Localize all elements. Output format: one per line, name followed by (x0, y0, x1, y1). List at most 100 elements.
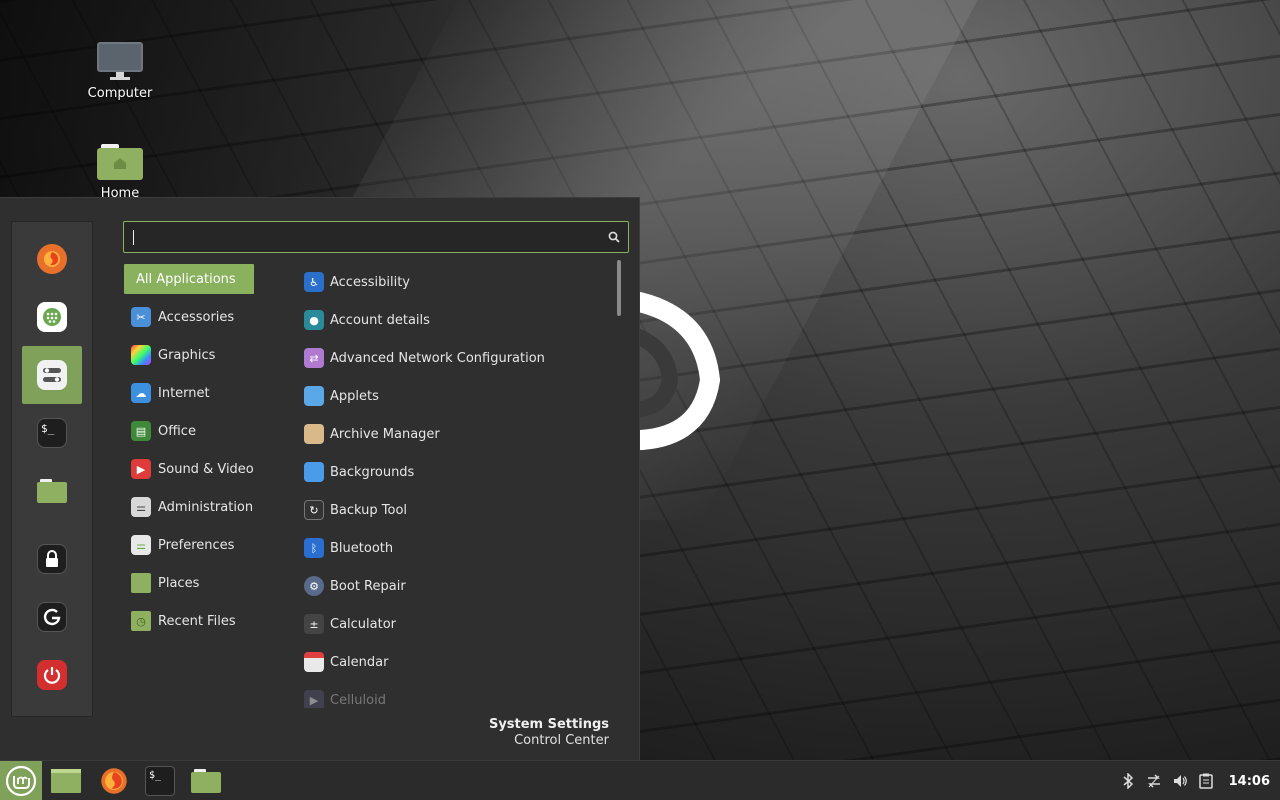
app-label: Account details (330, 312, 430, 328)
desktop-icon-computer[interactable]: Computer (70, 42, 170, 101)
accessories-icon: ✂ (131, 307, 151, 327)
firefox-icon (101, 768, 127, 794)
favorite-files[interactable] (22, 462, 82, 520)
favorite-quit[interactable] (22, 646, 82, 704)
search-input[interactable] (124, 222, 600, 252)
favorite-lock-screen[interactable] (22, 530, 82, 588)
places-folder-icon (131, 573, 151, 593)
account-details-icon: ● (304, 310, 324, 330)
app-celluloid[interactable]: ▶ Celluloid (296, 681, 616, 708)
category-places[interactable]: Places (124, 564, 294, 602)
category-label: Places (158, 575, 200, 591)
application-list-scrollbar[interactable] (616, 260, 622, 715)
scrollbar-thumb[interactable] (617, 260, 621, 316)
accessibility-icon: ♿ (304, 272, 324, 292)
taskbar: $_ 14:06 (0, 760, 1280, 800)
firefox-icon (37, 244, 67, 274)
search-box[interactable] (123, 221, 629, 253)
search-icon[interactable] (600, 222, 628, 252)
clock[interactable]: 14:06 (1229, 774, 1270, 789)
category-internet[interactable]: ☁ Internet (124, 374, 294, 412)
bluetooth-icon: ᛒ (304, 538, 324, 558)
category-label: Administration (158, 499, 254, 515)
lock-icon (37, 544, 67, 574)
app-label: Applets (330, 388, 379, 404)
app-advanced-network-configuration[interactable]: ⇄ Advanced Network Configuration (296, 339, 616, 377)
category-administration[interactable]: ⚌ Administration (124, 488, 294, 526)
app-archive-manager[interactable]: Archive Manager (296, 415, 616, 453)
volume-icon[interactable] (1171, 772, 1189, 790)
network-icon[interactable] (1145, 772, 1163, 790)
favorite-software-manager[interactable] (22, 288, 82, 346)
app-boot-repair[interactable]: ⚙ Boot Repair (296, 567, 616, 605)
power-icon (37, 660, 67, 690)
calculator-icon: ± (304, 614, 324, 634)
office-icon: ▤ (131, 421, 151, 441)
category-sound-video[interactable]: ▶ Sound & Video (124, 450, 294, 488)
application-list: ♿ Accessibility ● Account details ⇄ Adva… (296, 263, 616, 708)
category-preferences[interactable]: ⚌ Preferences (124, 526, 294, 564)
app-label: Celluloid (330, 692, 386, 708)
archive-manager-icon (304, 424, 324, 444)
taskbar-firefox[interactable] (99, 766, 129, 796)
terminal-icon: $_ (37, 418, 67, 448)
app-label: Boot Repair (330, 578, 406, 594)
favorite-firefox[interactable] (22, 230, 82, 288)
app-calendar[interactable]: Calendar (296, 643, 616, 681)
taskbar-show-desktop[interactable] (51, 766, 81, 796)
app-bluetooth[interactable]: ᛒ Bluetooth (296, 529, 616, 567)
app-account-details[interactable]: ● Account details (296, 301, 616, 339)
favorite-system-settings[interactable] (22, 346, 82, 404)
category-label: Recent Files (158, 613, 236, 629)
show-desktop-icon (51, 769, 81, 793)
category-all-applications[interactable]: All Applications (124, 264, 254, 294)
app-calculator[interactable]: ± Calculator (296, 605, 616, 643)
favorite-terminal[interactable]: $_ (22, 404, 82, 462)
app-label: Archive Manager (330, 426, 440, 442)
settings-toggles-icon (37, 360, 67, 390)
category-label: Preferences (158, 537, 235, 553)
network-config-icon: ⇄ (304, 348, 324, 368)
category-label: Sound & Video (158, 461, 254, 477)
celluloid-icon: ▶ (304, 690, 324, 708)
app-backgrounds[interactable]: Backgrounds (296, 453, 616, 491)
category-label: Graphics (158, 347, 216, 363)
clipboard-icon[interactable] (1197, 772, 1215, 790)
app-label: Calculator (330, 616, 397, 632)
selected-app-subtitle: Control Center (514, 733, 609, 748)
taskbar-terminal[interactable]: $_ (145, 766, 175, 796)
home-folder-icon (97, 144, 143, 180)
category-label: Accessories (158, 309, 235, 325)
category-label: All Applications (136, 271, 236, 287)
favorite-logout[interactable] (22, 588, 82, 646)
category-graphics[interactable]: Graphics (124, 336, 294, 374)
app-label: Accessibility (330, 274, 410, 290)
applets-icon (304, 386, 324, 406)
graphics-icon (131, 345, 151, 365)
category-recent-files[interactable]: ◷ Recent Files (124, 602, 294, 640)
mint-logo-icon (5, 765, 37, 797)
selected-app-name: System Settings (488, 717, 609, 732)
app-accessibility[interactable]: ♿ Accessibility (296, 263, 616, 301)
bluetooth-icon[interactable] (1119, 772, 1137, 790)
taskbar-files[interactable] (191, 766, 221, 796)
desktop-icon-label: Computer (87, 86, 153, 101)
category-list: All Applications ✂ Accessories Graphics … (124, 264, 294, 640)
category-accessories[interactable]: ✂ Accessories (124, 298, 294, 336)
application-menu: $_ All Applications ✂ Accessories Graphi… (0, 197, 640, 760)
terminal-icon: $_ (149, 770, 162, 781)
sound-video-icon: ▶ (131, 459, 151, 479)
category-office[interactable]: ▤ Office (124, 412, 294, 450)
app-label: Backgrounds (330, 464, 415, 480)
app-backup-tool[interactable]: ↻ Backup Tool (296, 491, 616, 529)
terminal-glyph: $_ (41, 422, 55, 435)
menu-button[interactable] (0, 761, 42, 800)
text-cursor (133, 230, 134, 245)
app-applets[interactable]: Applets (296, 377, 616, 415)
folder-icon (191, 769, 221, 793)
app-label: Calendar (330, 654, 389, 670)
category-label: Office (158, 423, 196, 439)
system-tray: 14:06 (1119, 761, 1280, 800)
desktop-icon-home[interactable]: Home (70, 144, 170, 201)
app-label: Backup Tool (330, 502, 408, 518)
